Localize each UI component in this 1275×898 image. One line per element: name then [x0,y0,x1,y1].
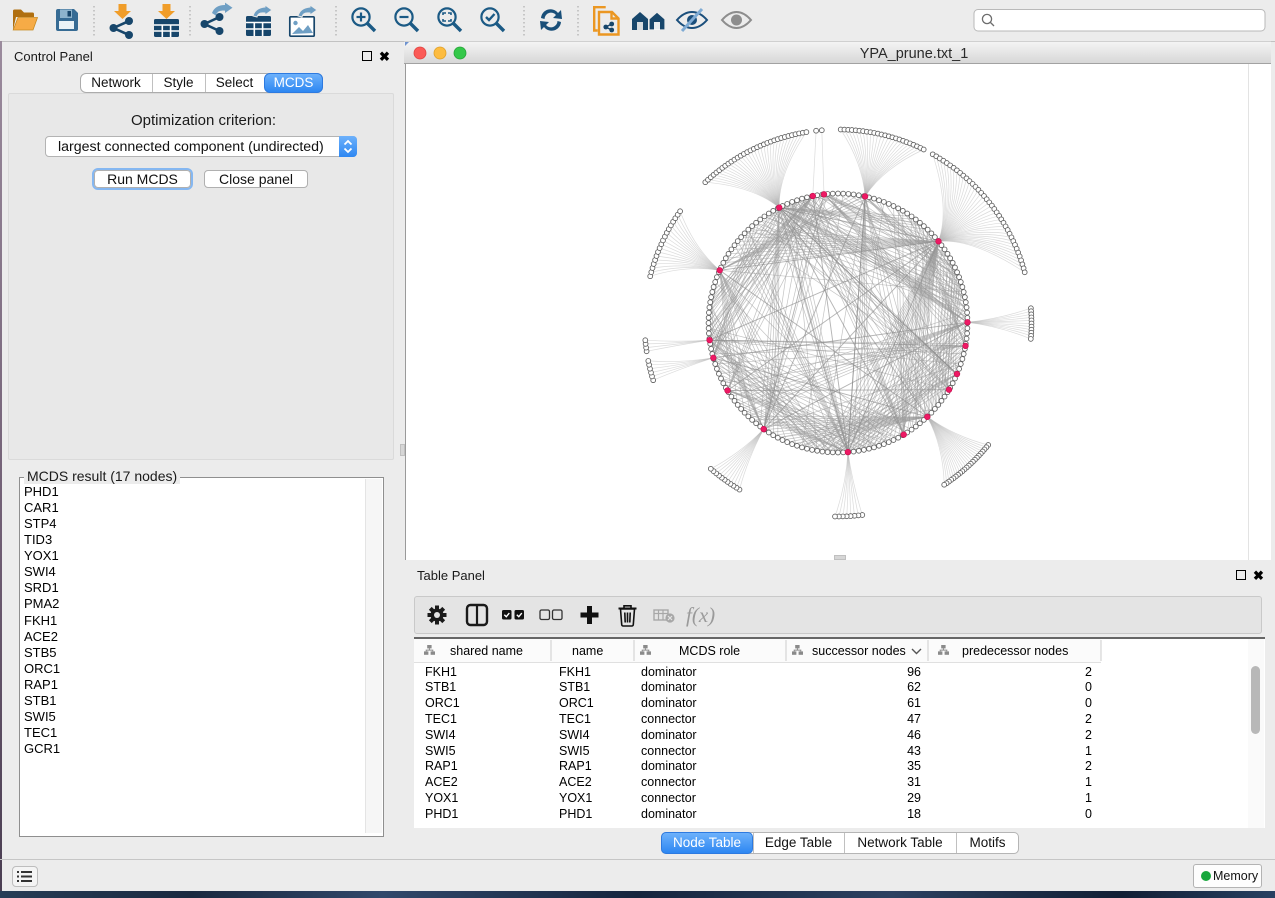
svg-text:name: name [572,644,603,658]
svg-text:shared name: shared name [450,644,523,658]
svg-text:f(x): f(x) [686,603,715,627]
svg-text:MCDS role: MCDS role [679,644,740,658]
svg-text:predecessor nodes: predecessor nodes [962,644,1068,658]
svg-text:successor nodes: successor nodes [812,644,906,658]
